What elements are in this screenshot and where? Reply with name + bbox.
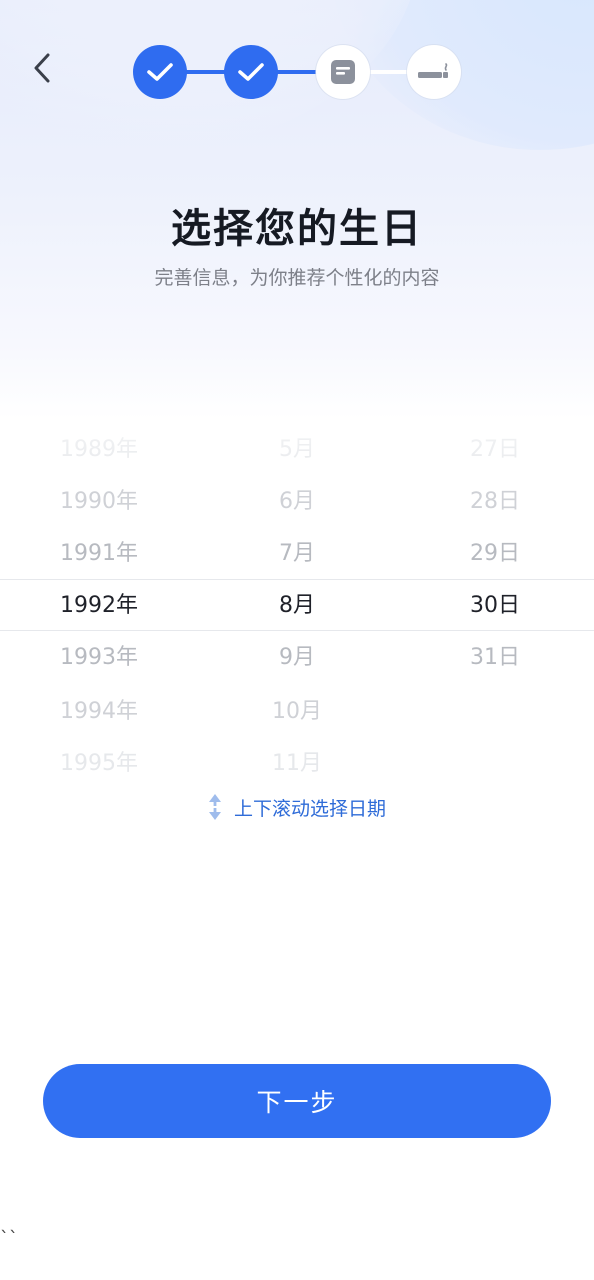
year-column[interactable]: 1989年 1990年 1991年 1992年 1993年 1994年 1995… bbox=[0, 420, 198, 790]
month-option[interactable]: 11月 bbox=[198, 738, 396, 790]
year-option[interactable]: 1994年 bbox=[0, 686, 198, 738]
year-option[interactable]: 1995年 bbox=[0, 738, 198, 790]
year-option-selected[interactable]: 1992年 bbox=[0, 580, 198, 632]
scroll-hint-text: 上下滚动选择日期 bbox=[233, 797, 386, 820]
page-subtitle: 完善信息，为你推荐个性化的内容 bbox=[154, 267, 440, 289]
day-option[interactable]: 31日 bbox=[396, 632, 594, 684]
stray-text: `` bbox=[0, 1228, 18, 1249]
month-option[interactable]: 6月 bbox=[198, 476, 396, 528]
year-option[interactable]: 1993年 bbox=[0, 632, 198, 684]
month-option[interactable]: 5月 bbox=[198, 424, 396, 476]
day-option[interactable]: 29日 bbox=[396, 528, 594, 580]
day-column[interactable]: 27日 28日 29日 30日 31日 bbox=[396, 420, 594, 790]
month-column[interactable]: 5月 6月 7月 8月 9月 10月 11月 bbox=[198, 420, 396, 790]
check-icon bbox=[147, 63, 173, 81]
day-option[interactable]: 27日 bbox=[396, 424, 594, 476]
day-option[interactable]: 28日 bbox=[396, 476, 594, 528]
month-option[interactable]: 10月 bbox=[198, 686, 396, 738]
page-title: 选择您的生日 bbox=[171, 206, 423, 252]
step-1-done bbox=[133, 45, 187, 99]
month-option[interactable]: 7月 bbox=[198, 528, 396, 580]
month-option-selected[interactable]: 8月 bbox=[198, 580, 396, 632]
step-2-done bbox=[224, 45, 278, 99]
cigarette-icon bbox=[418, 63, 448, 78]
next-step-button[interactable]: 下一步 bbox=[43, 1064, 551, 1138]
year-option[interactable]: 1990年 bbox=[0, 476, 198, 528]
month-option[interactable]: 9月 bbox=[198, 632, 396, 684]
check-icon bbox=[238, 63, 264, 81]
step-4-todo bbox=[407, 45, 461, 99]
form-icon bbox=[331, 60, 355, 84]
year-option[interactable]: 1989年 bbox=[0, 424, 198, 476]
date-picker[interactable]: 1989年 1990年 1991年 1992年 1993年 1994年 1995… bbox=[0, 420, 594, 790]
back-button[interactable] bbox=[26, 50, 58, 86]
scroll-hint: 上下滚动选择日期 bbox=[0, 792, 594, 822]
year-option[interactable]: 1991年 bbox=[0, 528, 198, 580]
step-3-current bbox=[316, 45, 370, 99]
chevron-left-icon bbox=[34, 53, 50, 83]
scroll-updown-icon bbox=[208, 794, 221, 820]
progress-stepper bbox=[133, 45, 461, 99]
day-option-selected[interactable]: 30日 bbox=[396, 580, 594, 632]
